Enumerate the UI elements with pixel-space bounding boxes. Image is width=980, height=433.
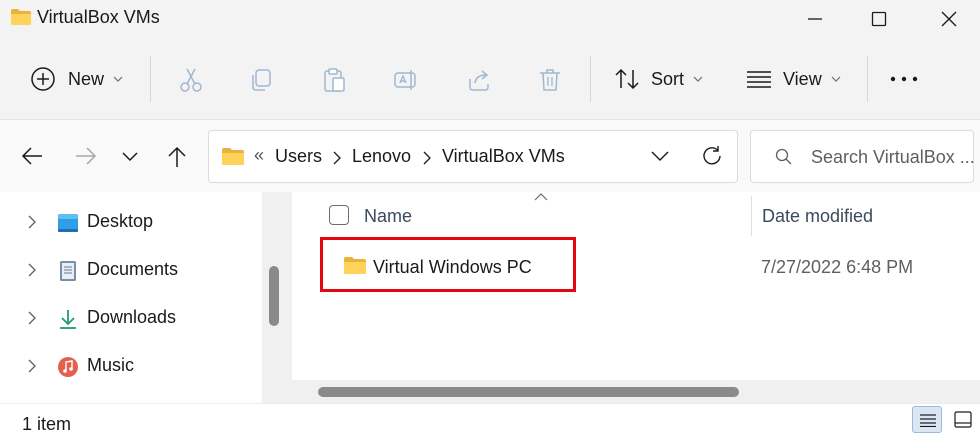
new-label: New	[68, 68, 105, 89]
copy-icon[interactable]	[248, 67, 274, 93]
back-arrow-icon[interactable]	[21, 146, 43, 166]
large-icons-view-button[interactable]	[948, 406, 978, 433]
documents-icon	[60, 261, 76, 281]
chevron-right-icon[interactable]	[28, 263, 36, 277]
details-view-icon	[920, 414, 936, 427]
share-icon[interactable]	[466, 67, 492, 93]
sort-icon	[615, 68, 639, 90]
chevron-right-icon[interactable]	[333, 151, 341, 165]
select-all-checkbox[interactable]	[329, 205, 349, 225]
delete-icon[interactable]	[537, 67, 563, 93]
column-header-name[interactable]: Name	[364, 206, 412, 227]
breadcrumb-virtualbox-vms[interactable]: VirtualBox VMs	[442, 146, 565, 167]
desktop-icon	[58, 214, 78, 232]
chevron-right-icon[interactable]	[28, 359, 36, 373]
address-bar[interactable]: « Users Lenovo VirtualBox VMs	[208, 130, 738, 183]
new-button[interactable]: New	[30, 50, 123, 108]
paste-icon[interactable]	[321, 67, 347, 93]
rename-icon[interactable]	[393, 67, 419, 93]
sort-button[interactable]: Sort	[614, 50, 703, 108]
breadcrumb-lenovo[interactable]: Lenovo	[352, 146, 411, 167]
search-input[interactable]: Search VirtualBox ...	[811, 147, 975, 168]
details-view-button[interactable]	[912, 406, 942, 433]
cut-icon[interactable]	[178, 67, 204, 93]
sidebar-item-label: Documents	[87, 259, 179, 279]
column-divider[interactable]	[751, 196, 752, 236]
status-bar: 1 item	[0, 403, 980, 433]
search-box[interactable]: Search VirtualBox ...	[750, 130, 975, 183]
sidebar-item-desktop[interactable]: Desktop	[0, 202, 262, 242]
sidebar-item-downloads[interactable]: Downloads	[0, 298, 262, 338]
folder-icon	[11, 9, 31, 25]
sidebar-item-label: Downloads	[87, 307, 177, 327]
chevron-down-icon	[831, 76, 841, 82]
chevron-right-icon[interactable]	[28, 311, 36, 325]
view-lines-icon	[747, 71, 771, 88]
folder-icon	[222, 148, 244, 165]
sort-ascending-icon	[534, 193, 548, 201]
sidebar-item-label: Music	[87, 355, 135, 375]
view-label: View	[783, 68, 822, 89]
chevron-down-icon[interactable]	[122, 152, 138, 162]
toolbar-divider	[590, 56, 591, 102]
sidebar-item-documents[interactable]: Documents	[0, 250, 262, 290]
up-arrow-icon[interactable]	[167, 146, 187, 168]
downloads-icon	[60, 310, 76, 329]
minimize-icon	[808, 18, 822, 20]
chevron-right-icon[interactable]	[423, 151, 431, 165]
chevron-down-icon	[693, 76, 703, 82]
breadcrumb-overflow[interactable]: «	[254, 145, 264, 166]
horizontal-scroll-thumb[interactable]	[318, 387, 739, 397]
music-icon	[58, 357, 78, 377]
search-icon	[775, 148, 792, 165]
large-icons-view-icon	[954, 411, 972, 428]
close-icon	[941, 11, 957, 27]
item-count: 1 item	[22, 414, 72, 433]
chevron-down-icon	[113, 76, 123, 82]
command-bar: New Sort View	[0, 38, 980, 120]
sort-label: Sort	[651, 68, 685, 89]
toolbar-divider	[150, 56, 151, 102]
toolbar-divider	[867, 56, 868, 102]
refresh-icon[interactable]	[701, 145, 723, 167]
highlight-box	[320, 237, 576, 292]
plus-circle-icon	[31, 67, 55, 91]
title-bar: VirtualBox VMs	[0, 0, 980, 38]
minimize-button[interactable]	[784, 0, 846, 38]
more-icon	[890, 76, 918, 82]
maximize-icon	[871, 11, 887, 27]
more-options-button[interactable]	[890, 50, 918, 108]
sidebar-scroll-thumb[interactable]	[269, 266, 279, 326]
file-date-modified: 7/27/2022 6:48 PM	[761, 257, 914, 277]
column-header-date-modified[interactable]: Date modified	[762, 206, 873, 227]
chevron-right-icon[interactable]	[28, 215, 36, 229]
chevron-down-icon[interactable]	[651, 151, 669, 162]
sidebar-item-music[interactable]: Music	[0, 346, 262, 386]
view-button[interactable]: View	[746, 50, 841, 108]
sidebar-item-label: Desktop	[87, 211, 154, 231]
navigation-pane: Desktop Documents Downloads Music	[0, 192, 262, 403]
close-button[interactable]	[918, 0, 980, 38]
forward-arrow-icon[interactable]	[75, 146, 97, 166]
window-title: VirtualBox VMs	[37, 7, 160, 27]
maximize-button[interactable]	[848, 0, 910, 38]
breadcrumb-users[interactable]: Users	[275, 146, 322, 167]
